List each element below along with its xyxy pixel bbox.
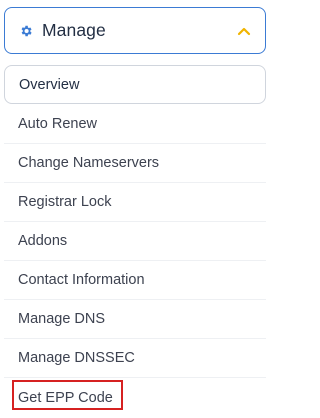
menu-item-label: Auto Renew	[18, 116, 97, 132]
menu-item-label: Manage DNSSEC	[18, 350, 135, 366]
menu-item-label: Addons	[18, 233, 68, 249]
menu-item-label: Manage DNS	[18, 311, 106, 327]
menu-item-label: Overview	[19, 76, 80, 93]
menu-item-get-epp-code[interactable]: Get EPP Code	[4, 378, 266, 417]
menu-item-overview[interactable]: Overview	[4, 65, 266, 104]
menu-item-label: Change Nameservers	[18, 155, 160, 171]
menu-item-manage-dns[interactable]: Manage DNS	[4, 300, 266, 339]
menu-item-addons[interactable]: Addons	[4, 222, 266, 261]
menu-item-label: Registrar Lock	[18, 194, 112, 210]
menu-item-registrar-lock[interactable]: Registrar Lock	[4, 183, 266, 222]
menu-item-manage-dnssec[interactable]: Manage DNSSEC	[4, 339, 266, 378]
manage-menu: Overview Auto Renew Change Nameservers R…	[4, 65, 266, 417]
menu-item-auto-renew[interactable]: Auto Renew	[4, 105, 266, 144]
menu-item-change-nameservers[interactable]: Change Nameservers	[4, 144, 266, 183]
manage-title: Manage	[42, 20, 106, 40]
chevron-up-icon[interactable]	[237, 26, 251, 36]
gear-icon	[19, 24, 33, 38]
menu-item-contact-information[interactable]: Contact Information	[4, 261, 266, 300]
manage-dropdown-toggle[interactable]: Manage	[4, 7, 266, 54]
menu-item-label: Contact Information	[18, 272, 145, 288]
menu-item-label: Get EPP Code	[18, 389, 113, 406]
